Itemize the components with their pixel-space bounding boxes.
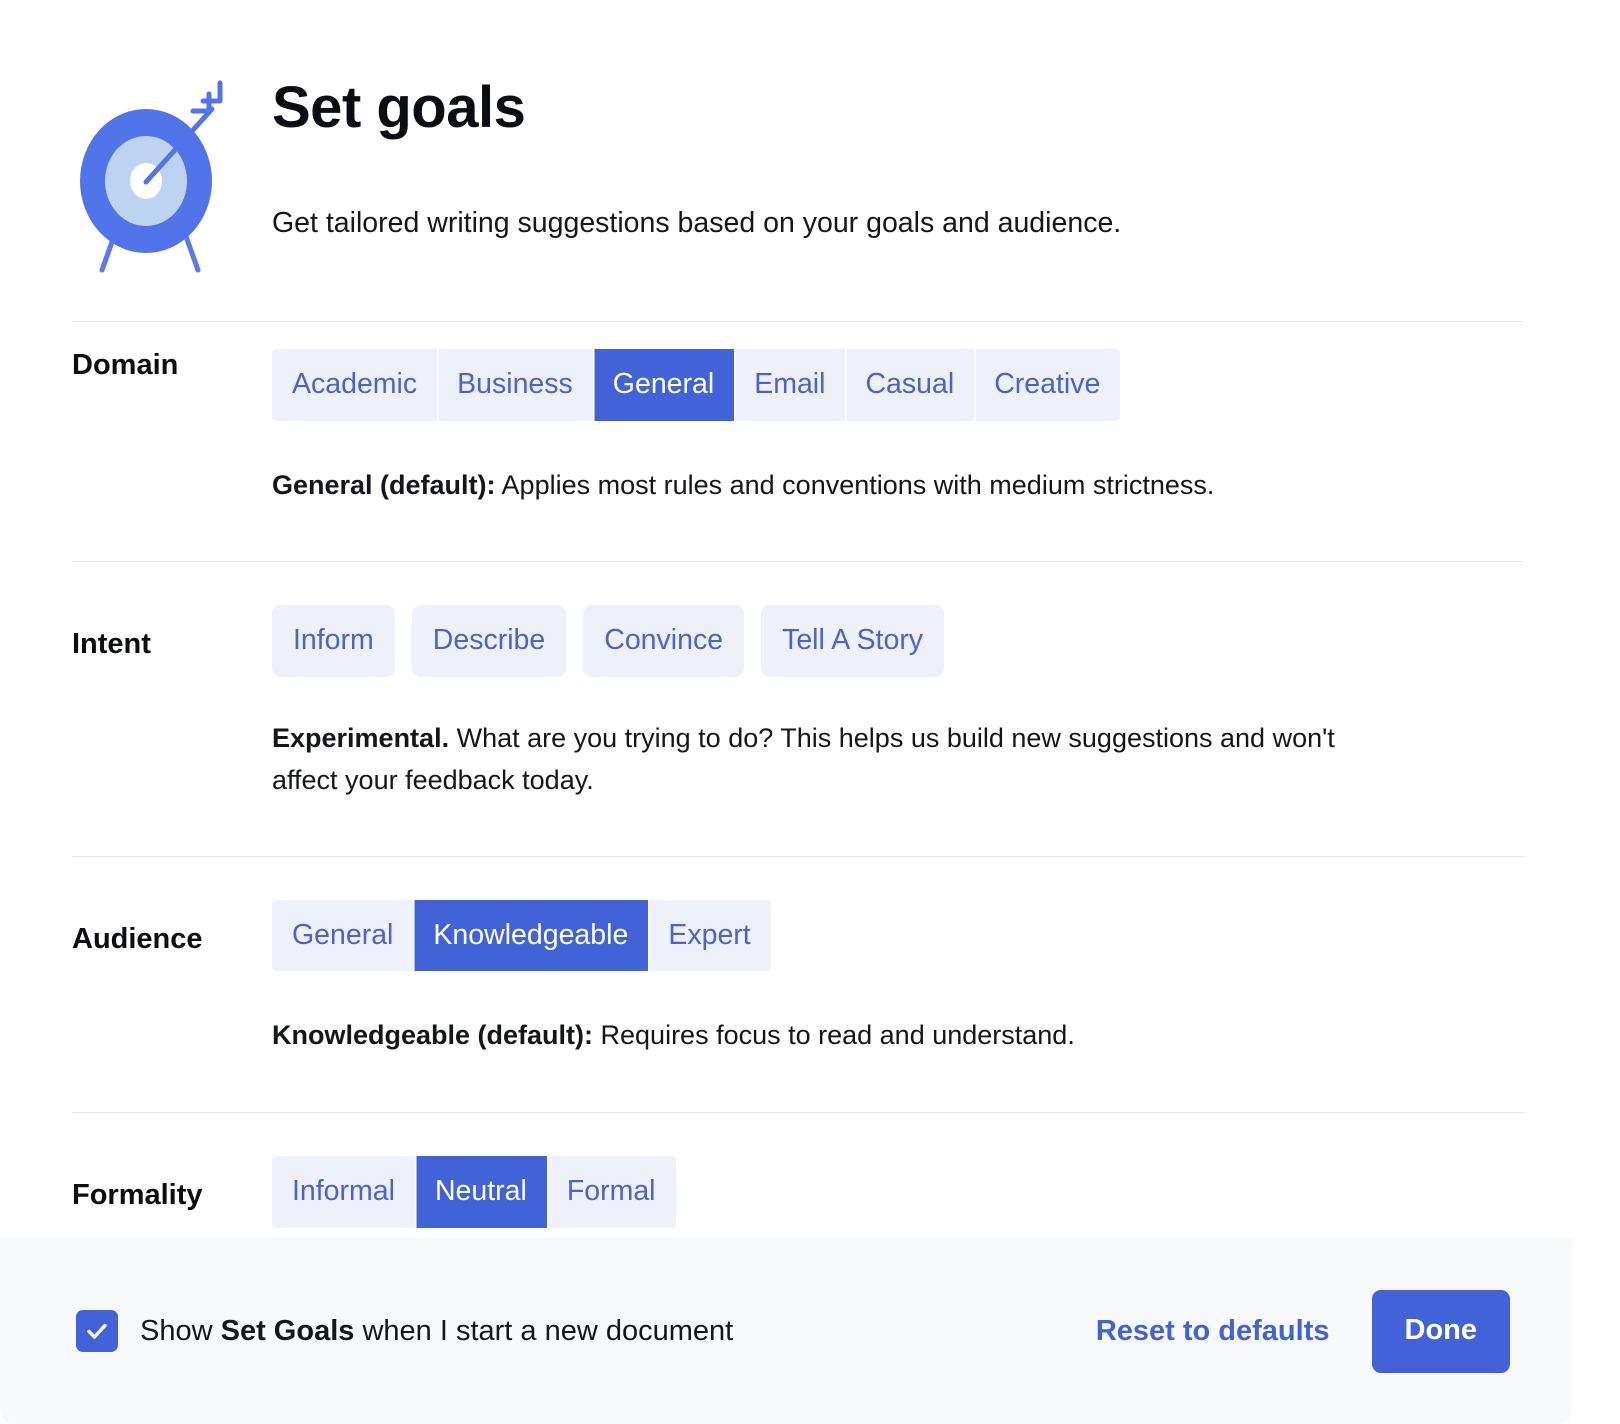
section-label-audience: Audience <box>0 900 272 956</box>
intent-option-group: Inform Describe Convince Tell A Story <box>272 605 944 677</box>
formality-option-informal[interactable]: Informal <box>272 1156 415 1228</box>
audience-description: Knowledgeable (default): Requires focus … <box>272 971 1407 1057</box>
audience-option-expert[interactable]: Expert <box>648 900 770 972</box>
domain-description-rest: Applies most rules and conventions with … <box>496 470 1215 500</box>
audience-description-rest: Requires focus to read and understand. <box>593 1020 1075 1050</box>
section-label-domain: Domain <box>0 349 272 382</box>
check-icon <box>84 1318 110 1344</box>
intent-option-describe[interactable]: Describe <box>412 605 566 677</box>
audience-option-general[interactable]: General <box>272 900 413 972</box>
show-set-goals-label: Show Set Goals when I start a new docume… <box>140 1315 733 1348</box>
checkbox-label-bold: Set Goals <box>221 1315 355 1347</box>
domain-option-casual[interactable]: Casual <box>845 349 974 421</box>
section-label-formality: Formality <box>0 1156 272 1212</box>
intent-option-inform[interactable]: Inform <box>272 605 395 677</box>
formality-option-neutral[interactable]: Neutral <box>415 1156 547 1228</box>
intent-description-lead: Experimental. <box>272 723 449 753</box>
done-button[interactable]: Done <box>1372 1290 1511 1373</box>
domain-option-general[interactable]: General <box>593 349 734 421</box>
checkbox-label-pre: Show <box>140 1315 221 1347</box>
domain-description-lead: General (default): <box>272 470 496 500</box>
domain-description: General (default): Applies most rules an… <box>272 421 1407 507</box>
section-intent: Intent Inform Describe Convince Tell A S… <box>0 562 1572 802</box>
formality-option-group: Informal Neutral Formal <box>272 1156 676 1228</box>
intent-description: Experimental. What are you trying to do?… <box>272 677 1407 802</box>
intent-option-convince[interactable]: Convince <box>583 605 744 677</box>
page-title: Set goals <box>272 78 1121 139</box>
section-domain: Domain Academic Business General Email C… <box>0 322 1572 506</box>
reset-to-defaults-button[interactable]: Reset to defaults <box>1096 1315 1330 1348</box>
checkbox-label-post: when I start a new document <box>354 1315 733 1347</box>
show-set-goals-checkbox[interactable] <box>76 1310 118 1352</box>
intent-option-tell-a-story[interactable]: Tell A Story <box>761 605 944 677</box>
section-audience: Audience General Knowledgeable Expert Kn… <box>0 857 1572 1057</box>
dialog-header: Set goals Get tailored writing suggestio… <box>0 0 1572 274</box>
audience-option-group: General Knowledgeable Expert <box>272 900 771 972</box>
audience-description-lead: Knowledgeable (default): <box>272 1020 593 1050</box>
domain-option-business[interactable]: Business <box>437 349 593 421</box>
audience-option-knowledgeable[interactable]: Knowledgeable <box>413 900 648 972</box>
domain-option-group: Academic Business General Email Casual C… <box>272 349 1120 421</box>
formality-option-formal[interactable]: Formal <box>547 1156 676 1228</box>
dialog-footer: Show Set Goals when I start a new docume… <box>0 1238 1572 1424</box>
set-goals-dialog: Set goals Get tailored writing suggestio… <box>0 0 1572 1424</box>
domain-option-email[interactable]: Email <box>734 349 845 421</box>
domain-option-creative[interactable]: Creative <box>974 349 1120 421</box>
section-label-intent: Intent <box>0 605 272 661</box>
show-set-goals-checkbox-row[interactable]: Show Set Goals when I start a new docume… <box>76 1310 733 1352</box>
section-formality: Formality Informal Neutral Formal <box>0 1113 1572 1228</box>
page-subtitle: Get tailored writing suggestions based o… <box>272 139 1121 240</box>
target-with-arrow-icon <box>0 64 272 274</box>
domain-option-academic[interactable]: Academic <box>272 349 437 421</box>
